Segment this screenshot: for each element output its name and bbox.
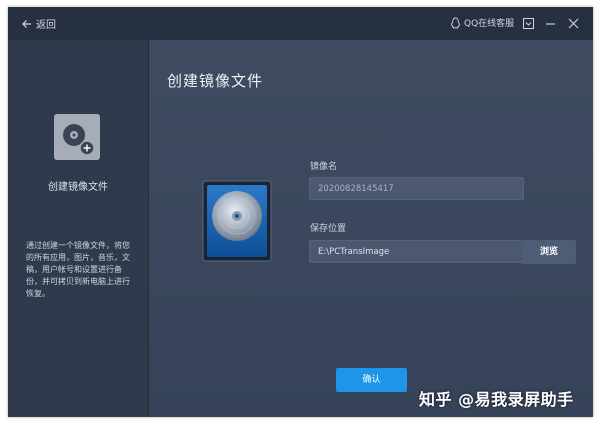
minimize-to-tray-icon xyxy=(522,17,534,29)
minimize-icon xyxy=(545,22,555,25)
disk-image-illustration xyxy=(201,179,273,263)
back-button[interactable]: 返回 xyxy=(22,16,56,31)
qq-support-label: QQ在线客服 xyxy=(464,19,515,29)
main-panel: 创建镜像文件 镜像名 20200828145417 保存位置 E:\PCTran… xyxy=(149,40,593,417)
sidebar: 创建镜像文件 通过创建一个镜像文件，将您的所有应用，图片，音乐，文稿，用户帐号和… xyxy=(8,40,149,417)
confirm-button[interactable]: 确认 xyxy=(336,368,407,392)
add-badge-icon xyxy=(79,140,95,156)
app-window: 返回 QQ在线客服 创建镜像文件 通过创建一个镜像文件，将您的所有应用，图片，音… xyxy=(8,7,593,417)
sidebar-description: 通过创建一个镜像文件，将您的所有应用，图片，音乐，文稿，用户帐号和设置进行备份，… xyxy=(26,241,130,298)
save-location-label: 保存位置 xyxy=(310,224,347,234)
close-icon xyxy=(568,18,578,28)
browse-button[interactable]: 浏览 xyxy=(522,240,576,264)
image-name-label: 镜像名 xyxy=(310,162,338,172)
close-button[interactable] xyxy=(566,16,580,30)
back-arrow-icon xyxy=(22,19,31,28)
sidebar-title: 创建镜像文件 xyxy=(48,182,108,193)
watermark-text: 知乎 @易我录屏助手 xyxy=(419,390,574,409)
minimize-button[interactable] xyxy=(543,16,557,30)
page-title: 创建镜像文件 xyxy=(167,72,264,90)
save-location-input[interactable]: E:\PCTransImage xyxy=(309,240,524,263)
qq-penguin-icon xyxy=(450,17,461,28)
image-name-input[interactable]: 20200828145417 xyxy=(309,177,524,200)
title-bar: 返回 QQ在线客服 xyxy=(8,7,593,40)
minimize-to-tray-button[interactable] xyxy=(521,16,535,30)
disk-image-icon xyxy=(54,114,100,160)
back-label: 返回 xyxy=(36,20,56,31)
qq-support-button[interactable]: QQ在线客服 xyxy=(450,16,514,29)
